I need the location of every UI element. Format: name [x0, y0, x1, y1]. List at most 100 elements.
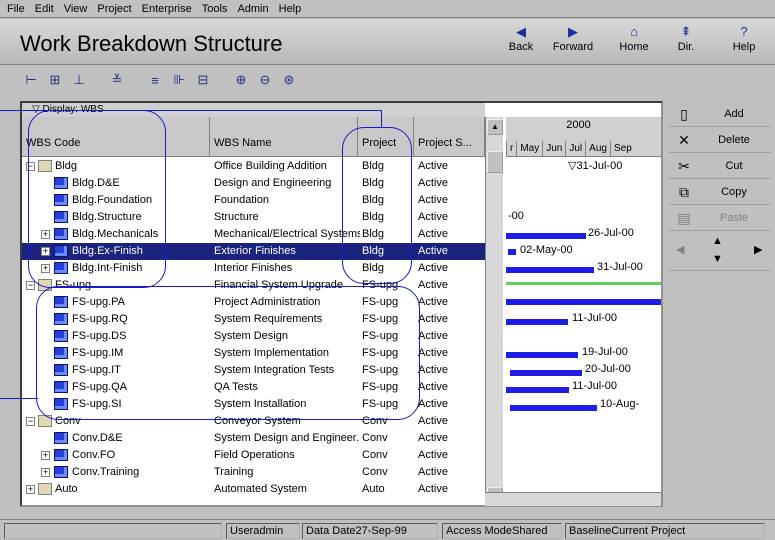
gantt-label: 10-Aug-: [600, 398, 640, 410]
wbs-code: Auto: [55, 483, 78, 495]
scroll-up-icon[interactable]: ▲: [487, 119, 503, 135]
gantt-bar: [510, 370, 582, 376]
project-status: Active: [418, 466, 448, 478]
expand-toggle[interactable]: +: [41, 468, 50, 477]
paste-label: Paste: [719, 212, 749, 224]
add-label: Add: [724, 108, 744, 120]
wbs-name: Mechanical/Electrical Systems: [214, 228, 360, 240]
filter-icon[interactable]: ≡: [146, 71, 164, 89]
help-button[interactable]: ? Help: [721, 23, 767, 61]
columns-icon[interactable]: ⊪: [170, 71, 188, 89]
gantt-bar: [508, 249, 516, 255]
gantt-bar: [506, 352, 578, 358]
project-status: Active: [418, 364, 448, 376]
project-status: Active: [418, 279, 448, 291]
scroll-thumb[interactable]: [487, 151, 503, 173]
wbs-name: Design and Engineering: [214, 177, 332, 189]
gantt-label: 20-Jul-00: [585, 363, 631, 375]
menu-admin[interactable]: Admin: [232, 3, 273, 15]
wbs-name: Structure: [214, 211, 259, 223]
cut-button[interactable]: ✂ Cut: [668, 153, 772, 179]
wbs-code: Conv.FO: [72, 449, 116, 461]
table-vertical-scrollbar[interactable]: ▲ ▼: [485, 117, 503, 505]
gantt-chart: 2000 r May Jun Jul Aug Sep ▽31-Jul-00 -0…: [506, 117, 661, 505]
status-data-date: Data Date27-Sep-99: [302, 523, 438, 539]
wbs-name: Interior Finishes: [214, 262, 293, 274]
callout-line: [0, 110, 382, 111]
menu-view[interactable]: View: [59, 3, 93, 15]
menu-edit[interactable]: Edit: [30, 3, 59, 15]
expand-toggle[interactable]: +: [26, 485, 35, 494]
wbs-name: Foundation: [214, 194, 270, 206]
column-header-project-status[interactable]: Project S...: [414, 117, 485, 157]
menu-enterprise[interactable]: Enterprise: [137, 3, 197, 15]
column-header-wbs-name-label: WBS Name: [214, 137, 272, 149]
collapse-toggle[interactable]: −: [26, 417, 35, 426]
paste-button[interactable]: ▤ Paste: [668, 205, 772, 231]
gantt-bar: [506, 387, 569, 393]
help-icon: ?: [740, 24, 748, 39]
move-up-icon[interactable]: ▲: [712, 235, 723, 247]
move-down-icon[interactable]: ▼: [712, 253, 723, 265]
zoom-in-icon[interactable]: ⊕: [232, 71, 250, 89]
hierarchy-icon[interactable]: ⊥: [70, 71, 88, 89]
help-label: Help: [732, 41, 756, 53]
back-button[interactable]: ◀ Back: [498, 23, 544, 61]
callout-circle-child-elements: [36, 286, 420, 420]
gantt-months: r May Jun Jul Aug Sep: [506, 141, 635, 156]
gantt-bar: [506, 299, 661, 305]
forward-button[interactable]: ▶ Forward: [550, 23, 596, 61]
menu-tools[interactable]: Tools: [197, 3, 233, 15]
menu-file[interactable]: File: [2, 3, 30, 15]
home-button[interactable]: ⌂ Home: [611, 23, 657, 61]
gantt-header: 2000 r May Jun Jul Aug Sep: [506, 117, 661, 157]
move-right-icon[interactable]: ▶: [754, 243, 762, 256]
layout-icon[interactable]: ⊟: [194, 71, 212, 89]
gantt-label: 19-Jul-00: [582, 346, 628, 358]
directory-label: Dir.: [677, 41, 695, 53]
find-icon[interactable]: ⊛: [280, 71, 298, 89]
copy-label: Copy: [721, 186, 747, 198]
outline-icon[interactable]: ⊞: [46, 71, 64, 89]
gantt-bar: [506, 319, 568, 325]
table-row[interactable]: Conv.D&E System Design and Engineer... C…: [22, 430, 485, 447]
project-status: Active: [418, 194, 448, 206]
status-access-mode: Access ModeShared: [442, 523, 562, 539]
copy-button[interactable]: ⧉ Copy: [668, 179, 772, 205]
forward-arrow-icon: ▶: [568, 24, 578, 39]
project-id: Conv: [362, 432, 388, 444]
wbs-node-icon: [54, 466, 68, 478]
table-row[interactable]: + Auto Automated System Auto Active: [22, 481, 485, 498]
menu-help[interactable]: Help: [274, 3, 307, 15]
delete-button[interactable]: ✕ Delete: [668, 127, 772, 153]
menu-project[interactable]: Project: [92, 3, 136, 15]
column-header-wbs-name[interactable]: WBS Name: [210, 117, 358, 157]
project-folder-icon: [38, 483, 52, 495]
project-status: Active: [418, 211, 448, 223]
table-row[interactable]: + Conv.Training Training Conv Active: [22, 464, 485, 481]
expand-toggle[interactable]: +: [41, 451, 50, 460]
delete-x-icon: ✕: [678, 132, 690, 148]
back-arrow-icon: ◀: [516, 24, 526, 39]
zoom-out-icon[interactable]: ⊖: [256, 71, 274, 89]
wbs-name: Office Building Addition: [214, 160, 327, 172]
gantt-summary-bar: [506, 282, 661, 285]
tree-view-icon[interactable]: ⊢: [22, 71, 40, 89]
forward-label: Forward: [552, 41, 594, 53]
table-row[interactable]: + Conv.FO Field Operations Conv Active: [22, 447, 485, 464]
project-status: Active: [418, 483, 448, 495]
add-button[interactable]: ▯ Add: [668, 101, 772, 127]
collapse-toggle[interactable]: −: [26, 281, 35, 290]
copy-icon: ⧉: [679, 184, 689, 200]
callout-line: [0, 398, 38, 399]
status-user: Useradmin: [226, 523, 300, 539]
directory-button[interactable]: ⇞ Dir.: [663, 23, 709, 61]
move-left-icon[interactable]: ◀: [676, 243, 684, 256]
gantt-horizontal-scrollbar[interactable]: [485, 492, 661, 506]
wbs-node-icon: [54, 432, 68, 444]
status-bar: Useradmin Data Date27-Sep-99 Access Mode…: [0, 519, 775, 540]
group-sort-icon[interactable]: ≚: [108, 71, 126, 89]
callout-circle-project: [342, 127, 412, 284]
delete-label: Delete: [718, 134, 750, 146]
gantt-month: Jul: [565, 141, 585, 156]
